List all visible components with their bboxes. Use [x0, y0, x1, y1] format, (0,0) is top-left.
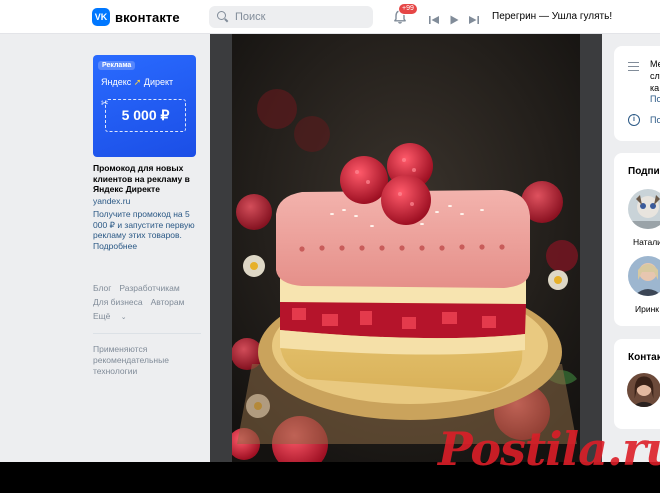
subscriptions-title[interactable]: Подпис [628, 166, 660, 177]
avatar[interactable] [628, 189, 660, 229]
avatar[interactable] [628, 256, 660, 296]
subscription-name[interactable]: Иринк [635, 304, 659, 314]
footer-link-business[interactable]: Для бизнеса [93, 297, 143, 307]
vk-logo-icon: VK [92, 8, 110, 26]
play-icon[interactable] [448, 11, 460, 25]
info-card-line: сл [650, 71, 660, 81]
footer-link-authors[interactable]: Авторам [151, 297, 185, 307]
vk-logo[interactable]: VK вконтакте [92, 8, 180, 26]
top-header: VK вконтакте +99 Перегрин — Ушла гулять! [0, 0, 660, 34]
cake-photo[interactable] [232, 34, 580, 462]
info-card-link[interactable]: По [650, 94, 660, 104]
info-icon: i [628, 114, 640, 126]
divider [93, 333, 201, 334]
search-input[interactable] [235, 11, 365, 23]
now-playing-track[interactable]: Перегрин — Ушла гулять! [492, 11, 612, 22]
ad-label: Реклама [98, 61, 136, 70]
previous-track-icon[interactable] [428, 11, 440, 24]
footer-link-more-label: Ещё [93, 311, 111, 321]
footer-link-developers[interactable]: Разработчикам [119, 283, 179, 293]
subscriptions-card: Подпис Натали Иринк [614, 153, 660, 326]
ad-brand-left: Яндекс [101, 77, 132, 87]
search-icon [217, 11, 229, 23]
footer-link-more[interactable]: Ещё ⌄ [93, 311, 135, 321]
subscription-name[interactable]: Натали [633, 237, 660, 247]
watermark: Postila.ru [438, 422, 660, 476]
ad-description[interactable]: Получите промокод на 5 000 ₽ и запустите… [93, 209, 201, 251]
menu-icon [628, 62, 639, 71]
ad-banner[interactable]: Реклама Яндекс ➚ Директ 5 000 ₽ ✂ [93, 55, 196, 157]
scissors-icon: ✂ [101, 99, 109, 109]
search-box[interactable] [209, 6, 373, 28]
ad-brand: Яндекс ➚ Директ [101, 77, 173, 88]
avatar[interactable] [627, 373, 660, 407]
ad-brand-right: Директ [143, 77, 174, 87]
info-card-text: Ме сл ка [650, 58, 660, 94]
contacts-card: Контак [614, 339, 660, 429]
ad-domain[interactable]: yandex.ru [93, 196, 130, 206]
yandex-direct-logo-icon: ➚ [133, 77, 142, 87]
info-card: Ме сл ка По i По [614, 46, 660, 141]
footer-link-blog[interactable]: Блог [93, 283, 111, 293]
info-card-line: ка [650, 83, 660, 93]
photo-viewer[interactable] [210, 34, 602, 462]
notifications-badge: +99 [398, 3, 418, 15]
logo-text: вконтакте [115, 9, 180, 25]
ad-coupon: 5 000 ₽ [105, 99, 186, 132]
footer-links: Блог Разработчикам Для бизнеса Авторам Ещё… [93, 281, 203, 325]
next-track-icon[interactable] [468, 11, 480, 24]
ad-title[interactable]: Промокод для новых клиентов на рекламу в… [93, 163, 201, 195]
info-card-line: Ме [650, 59, 660, 69]
info-card-link-secondary[interactable]: По [650, 115, 660, 125]
recommendation-note: Применяются рекомендательные технологии [93, 344, 169, 376]
chevron-down-icon: ⌄ [120, 314, 127, 321]
contacts-title[interactable]: Контак [628, 352, 660, 363]
